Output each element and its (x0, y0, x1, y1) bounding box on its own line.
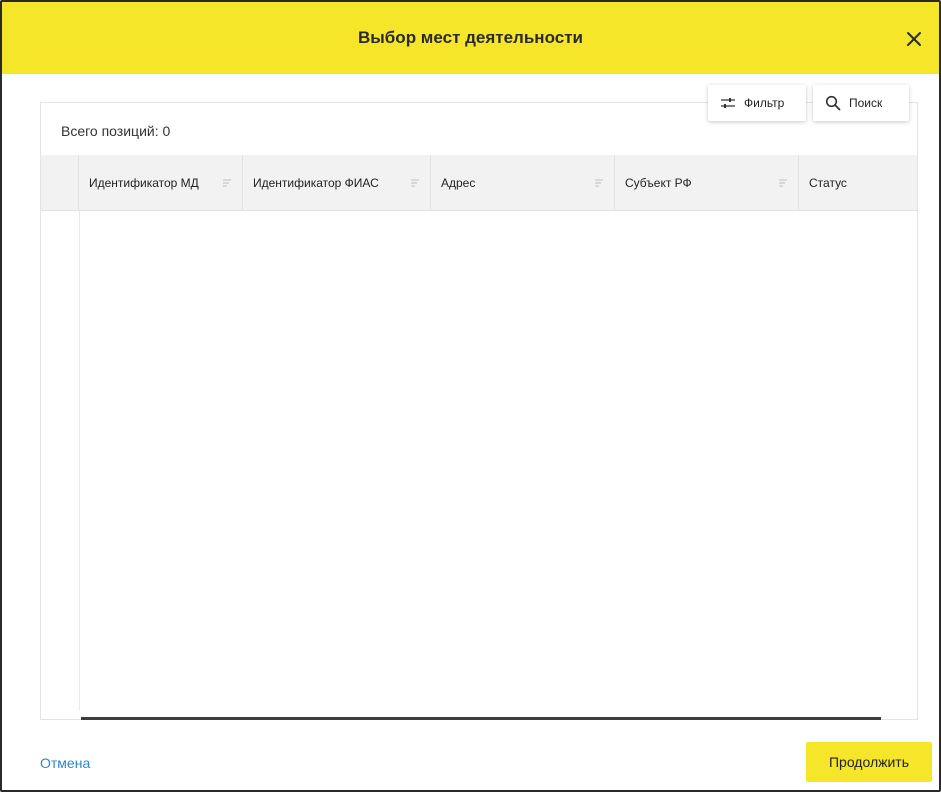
column-label: Субъект РФ (625, 175, 692, 190)
continue-label: Продолжить (828, 754, 910, 770)
table-body (41, 211, 917, 717)
sort-icon[interactable] (222, 179, 232, 187)
close-button[interactable] (905, 30, 923, 48)
column-header-fias-id[interactable]: Идентификатор ФИАС (243, 155, 431, 210)
cancel-link[interactable]: Отмена (40, 755, 90, 771)
column-label: Идентификатор ФИАС (253, 175, 379, 190)
sliders-icon (721, 98, 735, 108)
modal-header: Выбор мест деятельности (2, 2, 939, 74)
column-divider (79, 211, 80, 711)
filter-label: Фильтр (744, 96, 785, 110)
search-button[interactable]: Поиск (813, 85, 909, 121)
magnifier-icon (825, 95, 841, 111)
horizontal-scrollbar[interactable] (81, 717, 881, 720)
column-label: Идентификатор МД (89, 175, 199, 190)
search-label: Поиск (849, 96, 883, 110)
column-header-status[interactable]: Статус (799, 155, 917, 210)
sort-icon[interactable] (594, 179, 604, 187)
modal-dialog: Выбор мест деятельности Всего позиций: 0… (0, 0, 941, 792)
select-column-header (41, 155, 79, 210)
dialog-title: Выбор мест деятельности (358, 28, 583, 47)
column-label: Адрес (441, 175, 476, 190)
positions-panel: Всего позиций: 0 Идентификатор МД Иденти… (40, 102, 918, 720)
column-header-region[interactable]: Субъект РФ (615, 155, 799, 210)
table-header: Идентификатор МД Идентификатор ФИАС Адре… (41, 155, 917, 211)
close-icon (907, 32, 921, 46)
column-label: Статус (809, 175, 847, 190)
continue-button[interactable]: Продолжить (806, 742, 932, 782)
column-header-address[interactable]: Адрес (431, 155, 615, 210)
sort-icon[interactable] (778, 179, 788, 187)
total-count: Всего позиций: 0 (61, 123, 171, 139)
filter-button[interactable]: Фильтр (708, 85, 806, 121)
sort-icon[interactable] (410, 179, 420, 187)
column-header-md-id[interactable]: Идентификатор МД (79, 155, 243, 210)
